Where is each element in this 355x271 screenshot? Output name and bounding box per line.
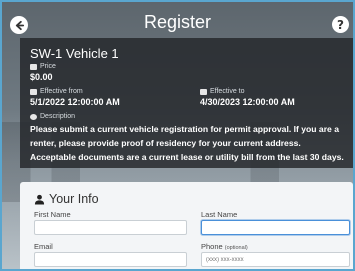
header: Register ?	[2, 2, 353, 42]
effective-from-value: 5/1/2022 12:00:00 AM	[30, 97, 120, 107]
page-title: Register	[143, 12, 212, 32]
last-name-input[interactable]	[201, 220, 350, 235]
description-text: Please submit a current vehicle registra…	[30, 124, 344, 162]
effective-to-label: Effective to	[210, 88, 245, 95]
email-label: Email	[34, 242, 53, 251]
effective-to-label-row: Effective to	[200, 88, 245, 95]
user-icon	[34, 194, 45, 205]
first-name-input[interactable]	[34, 220, 187, 235]
effective-from-label-row: Effective from	[30, 88, 83, 95]
effective-to-value: 4/30/2023 12:00:00 AM	[200, 97, 295, 107]
price-value: $0.00	[30, 72, 53, 82]
your-info-heading: Your Info	[34, 192, 99, 206]
description-label-row: Description	[30, 113, 75, 120]
calendar-icon	[200, 88, 207, 95]
register-screen: Register ? SW-1 Vehicle 1 Price $0.00 Ef…	[0, 0, 355, 271]
description-label: Description	[40, 113, 76, 120]
phone-label-row: Phone (optional)	[201, 242, 248, 251]
phone-optional-label: (optional)	[224, 245, 248, 251]
your-info-card: Your Info First Name Last Name Email Pho…	[20, 182, 353, 269]
effective-from-label: Effective from	[40, 88, 83, 95]
price-label: Price	[40, 63, 56, 70]
price-label-row: Price	[30, 63, 56, 70]
calendar-icon	[30, 88, 37, 95]
info-icon	[30, 113, 37, 120]
money-icon	[30, 63, 37, 70]
last-name-label: Last Name	[201, 210, 238, 219]
phone-label: Phone	[201, 242, 223, 251]
your-info-title: Your Info	[49, 192, 99, 206]
email-input[interactable]	[34, 252, 187, 267]
first-name-label: First Name	[34, 210, 71, 219]
help-button[interactable]: ?	[332, 16, 349, 33]
permit-details-panel: SW-1 Vehicle 1 Price $0.00 Effective fro…	[20, 38, 353, 168]
phone-input[interactable]	[201, 252, 350, 267]
permit-name: SW-1 Vehicle 1	[30, 46, 119, 61]
